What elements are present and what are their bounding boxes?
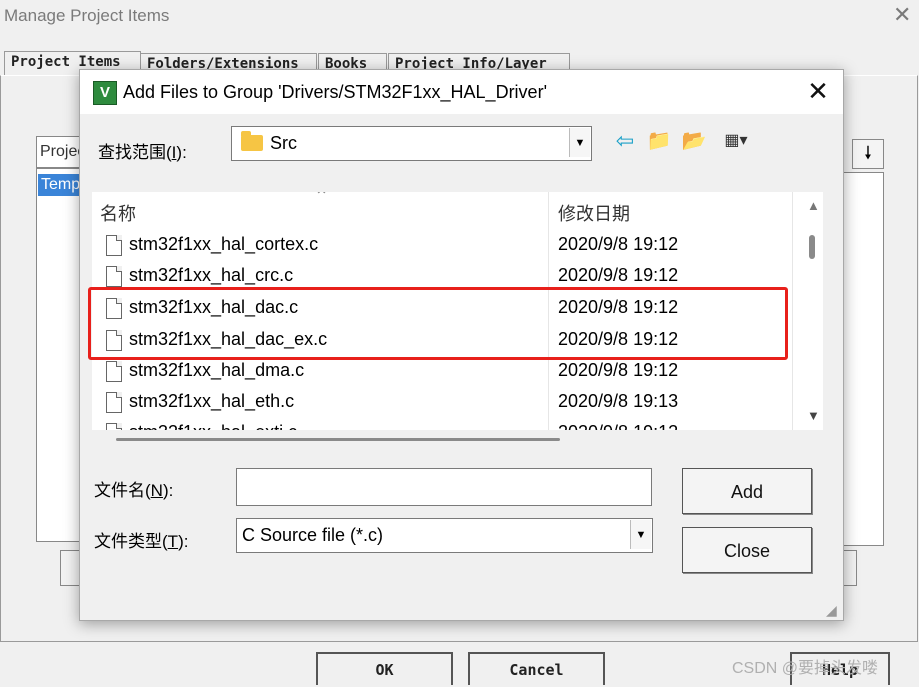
file-icon xyxy=(106,361,122,382)
file-row[interactable]: stm32f1xx_hal_dma.c 2020/9/8 19:12 xyxy=(92,359,792,390)
left-panel-button[interactable] xyxy=(60,550,81,586)
file-icon xyxy=(106,392,122,413)
scroll-up-icon[interactable]: ▲ xyxy=(807,198,820,213)
window-close-icon[interactable]: ✕ xyxy=(893,5,911,27)
chevron-down-icon[interactable]: ▼ xyxy=(569,128,590,157)
dialog-close-icon[interactable]: ✕ xyxy=(802,76,834,108)
file-name-input[interactable] xyxy=(236,468,652,506)
column-header-date[interactable]: 修改日期 xyxy=(558,200,630,226)
window-title: Manage Project Items xyxy=(4,6,170,25)
move-down-icon[interactable]: 🠗 xyxy=(852,139,884,169)
keil-app-icon: V xyxy=(93,81,117,105)
annotation-highlight-box xyxy=(88,287,788,360)
watermark: CSDN @要掉头发喽 xyxy=(732,660,879,677)
column-header-name[interactable]: 名称 xyxy=(100,200,136,226)
file-date: 2020/9/8 19:12 xyxy=(558,265,679,285)
look-in-label: 查找范围(I): xyxy=(98,143,187,162)
file-date: 2020/9/8 19:13 xyxy=(558,391,679,411)
files-list[interactable] xyxy=(842,172,884,546)
file-type-select[interactable]: C Source file (*.c) ▼ xyxy=(236,518,653,553)
file-row[interactable]: stm32f1xx_hal_exti.c 2020/9/8 19:12 xyxy=(92,421,792,430)
horizontal-scrollbar[interactable] xyxy=(116,438,560,441)
column-divider xyxy=(792,192,793,430)
file-date: 2020/9/8 19:12 xyxy=(558,422,678,430)
ok-button[interactable]: OK xyxy=(316,652,453,685)
look-in-combo[interactable]: Src ▼ xyxy=(231,126,592,161)
look-in-value: Src xyxy=(270,133,297,153)
file-name: stm32f1xx_hal_cortex.c xyxy=(129,234,319,254)
scroll-down-icon[interactable]: ▼ xyxy=(807,408,820,423)
file-name: stm32f1xx_hal_crc.c xyxy=(129,265,294,285)
view-menu-icon[interactable]: ▦▾ xyxy=(716,128,756,154)
file-name: stm32f1xx_hal_dma.c xyxy=(129,360,305,380)
file-name-label: 文件名(N): xyxy=(94,481,174,500)
file-type-label: 文件类型(T): xyxy=(94,532,189,551)
resize-grip-icon[interactable]: ◢ xyxy=(826,602,837,619)
cancel-button[interactable]: Cancel xyxy=(468,652,605,685)
file-type-value: C Source file (*.c) xyxy=(242,525,384,545)
new-folder-icon[interactable]: 📂 xyxy=(681,128,707,154)
vertical-scrollbar[interactable]: ▲ ▼ xyxy=(800,192,823,430)
back-arrow-icon[interactable]: ⇦ xyxy=(613,128,637,154)
file-date: 2020/9/8 19:12 xyxy=(558,234,679,254)
file-icon xyxy=(106,266,122,287)
file-name: stm32f1xx_hal_eth.c xyxy=(129,391,295,411)
add-button[interactable]: Add xyxy=(682,468,812,514)
dialog-titlebar: V Add Files to Group 'Drivers/STM32F1xx_… xyxy=(80,70,843,114)
up-folder-icon[interactable]: 📁 xyxy=(646,128,672,154)
dialog-title: Add Files to Group 'Drivers/STM32F1xx_HA… xyxy=(123,82,548,102)
file-icon xyxy=(106,423,122,430)
sort-ascending-icon: ⌃ xyxy=(314,192,330,206)
file-row[interactable]: stm32f1xx_hal_eth.c 2020/9/8 19:13 xyxy=(92,390,792,421)
scroll-thumb[interactable] xyxy=(809,235,815,259)
file-row[interactable]: stm32f1xx_hal_cortex.c 2020/9/8 19:12 xyxy=(92,233,792,264)
close-button[interactable]: Close xyxy=(682,527,812,573)
file-icon xyxy=(106,235,122,256)
chevron-down-icon[interactable]: ▼ xyxy=(630,520,651,549)
folder-icon xyxy=(241,131,263,151)
file-date: 2020/9/8 19:12 xyxy=(558,360,679,380)
file-name: stm32f1xx_hal_exti.c xyxy=(129,422,297,430)
